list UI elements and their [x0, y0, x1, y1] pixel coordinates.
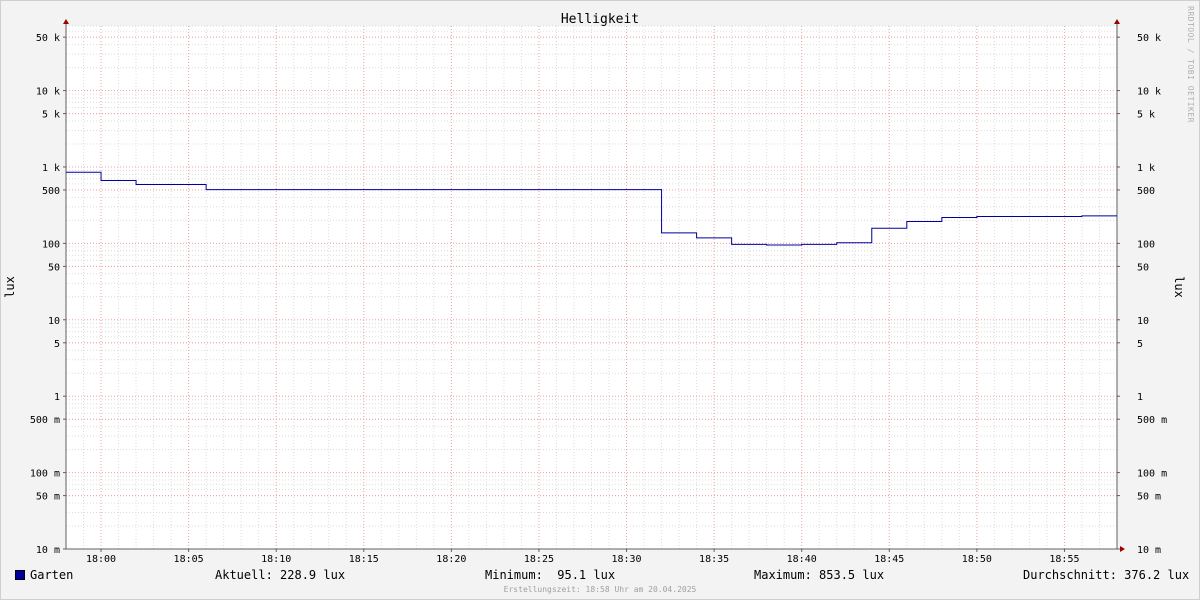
x-tick-label: 18:45	[874, 554, 904, 565]
data-point	[941, 217, 943, 219]
y-tick-label-right: 50	[1137, 262, 1149, 273]
legend-swatch-garten	[15, 570, 25, 580]
data-point	[205, 189, 207, 191]
x-tick-label: 18:50	[962, 554, 992, 565]
x-axis-arrow	[1120, 546, 1125, 552]
data-point	[836, 242, 838, 244]
minor-grid	[65, 25, 1118, 549]
y-tick-label-right: 5 k	[1137, 110, 1155, 121]
y-tick-label-left: 5	[54, 339, 60, 350]
y-tick-label-left: 10	[48, 316, 60, 327]
y-tick-label-right: 50 k	[1137, 33, 1161, 44]
data-point	[696, 237, 698, 239]
x-tick-label: 18:55	[1049, 554, 1079, 565]
y-tick-label-right: 500 m	[1137, 415, 1167, 426]
x-tick-label: 18:15	[349, 554, 379, 565]
y-axis-label-left: lux	[3, 276, 17, 298]
x-tick-label: 18:30	[611, 554, 641, 565]
data-point	[1081, 215, 1083, 217]
y-tick-label-left: 50 k	[36, 33, 60, 44]
y-tick-label-left: 10 m	[36, 545, 60, 556]
x-tick-label: 18:00	[86, 554, 116, 565]
legend-average: Durchschnitt: 376.2 lux	[1023, 568, 1190, 582]
data-point	[65, 171, 67, 173]
x-tick-label: 18:10	[261, 554, 291, 565]
y-tick-label-right: 5	[1137, 339, 1143, 350]
y-axis-right-arrow	[1114, 19, 1120, 24]
y-tick-label-left: 100 m	[30, 469, 60, 480]
y-tick-label-left: 10 k	[36, 87, 60, 98]
y-tick-label-left: 1 k	[42, 163, 60, 174]
data-point	[976, 216, 978, 218]
data-point	[1116, 215, 1118, 217]
data-point	[135, 184, 137, 186]
y-tick-label-right: 1 k	[1137, 163, 1155, 174]
y-tick-label-right: 100 m	[1137, 469, 1167, 480]
x-tick-label: 18:05	[174, 554, 204, 565]
legend-series-name: Garten	[30, 568, 74, 582]
x-tick-label: 18:35	[699, 554, 729, 565]
y-tick-label-right: 500	[1137, 186, 1155, 197]
y-tick-label-left: 50 m	[36, 492, 60, 503]
chart-title: Helligkeit	[561, 12, 639, 27]
y-tick-label-right: 10 m	[1137, 545, 1161, 556]
legend-minimum: Minimum: 95.1 lux	[485, 568, 616, 582]
y-axis-left-arrow	[63, 19, 69, 24]
y-tick-label-left: 500	[42, 186, 60, 197]
chart-svg: 18:00 18:05 18:10 18:15 18:20 18:25 18:30 18:35…	[3, 12, 1186, 565]
y-tick-label-left: 5 k	[42, 110, 60, 121]
creation-time-footer: Erstellungszeit: 18:58 Uhr am 20.04.2025	[503, 585, 697, 594]
y-tick-label-right: 10 k	[1137, 87, 1161, 98]
legend-maximum: Maximum: 853.5 lux	[754, 568, 885, 582]
y-tick-label-left: 100	[42, 239, 60, 250]
data-point	[871, 227, 873, 229]
y-tick-label-right: 100	[1137, 239, 1155, 250]
data-point	[661, 232, 663, 234]
y-tick-label-right: 1	[1137, 392, 1143, 403]
data-point	[731, 244, 733, 246]
y-tick-label-left: 50	[48, 262, 60, 273]
x-tick-label: 18:40	[787, 554, 817, 565]
y-tick-label-left: 1	[54, 392, 60, 403]
data-point	[766, 244, 768, 246]
data-point	[100, 180, 102, 182]
y-axis-label-right: lux	[1172, 276, 1186, 298]
data-point	[906, 221, 908, 223]
rrdtool-watermark: RRDTOOL / TOBI OETIKER	[1186, 6, 1195, 123]
x-tick-label: 18:25	[524, 554, 554, 565]
data-point	[801, 244, 803, 246]
y-tick-label-right: 10	[1137, 316, 1149, 327]
x-tick-label: 18:20	[436, 554, 466, 565]
y-tick-label-right: 50 m	[1137, 492, 1161, 503]
y-tick-label-left: 500 m	[30, 415, 60, 426]
legend-current: Aktuell: 228.9 lux	[215, 568, 346, 582]
